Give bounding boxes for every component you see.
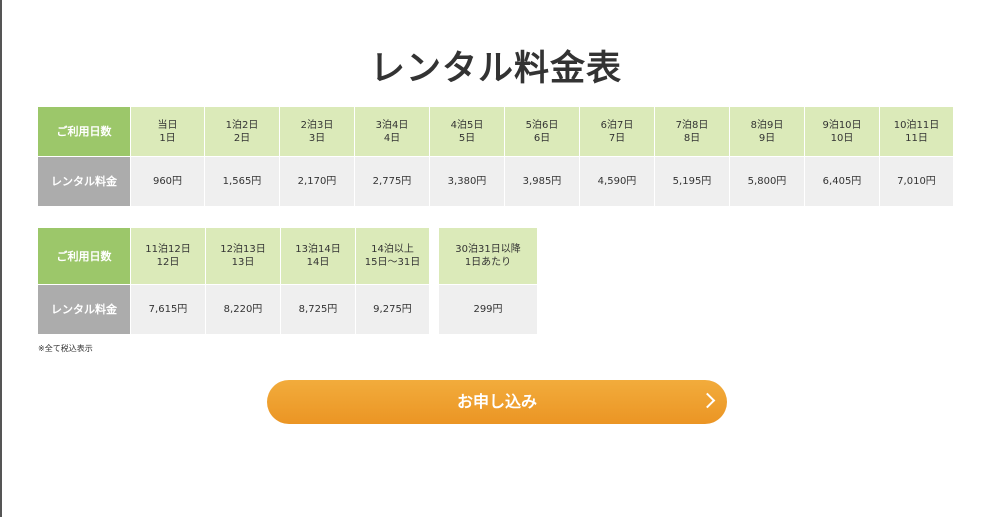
days-nights-label: 13泊14日 [295,244,341,255]
price-table-1: ご利用日数 当日 1日 1泊2日 2日 2泊3日 3日 3泊4日 4日 4泊5日 5日 5泊6日 6日… [38,107,954,207]
days-cell: 3泊4日 4日 [355,107,430,157]
days-cell: 5泊6日 6日 [505,107,580,157]
days-nights-label: 12泊13日 [220,244,266,255]
days-cell: 7泊8日 8日 [655,107,730,157]
apply-button-label: お申し込み [456,392,537,411]
days-nights-label: 1泊2日 [225,119,259,131]
price-cell: 960円 [131,157,205,207]
days-nights-label: 8泊9日 [750,119,784,131]
page-title: レンタル料金表 [369,49,622,89]
price-table-3: 30泊31日以降 1日あたり 299円 [439,228,538,335]
days-count-label: 11日 [905,132,928,144]
days-count-label: 2日 [233,132,251,144]
days-count-label: 13日 [231,257,255,268]
days-count-label: 3日 [308,132,326,144]
days-cell: 6泊7日 7日 [580,107,655,157]
days-cell: 10泊11日 11日 [880,107,954,157]
days-cell: 13泊14日 14日 [281,228,356,285]
tax-note: ※全て税込表示 [38,344,93,353]
days-cell: 30泊31日以降 1日あたり [439,228,538,285]
price-cell: 3,985円 [505,157,580,207]
days-nights-label: 30泊31日以降 [455,244,521,255]
days-nights-label: 7泊8日 [675,119,709,131]
days-nights-label: 4泊5日 [450,119,484,131]
days-row: ご利用日数 当日 1日 1泊2日 2日 2泊3日 3日 3泊4日 4日 4泊5日 5日 5泊6日 6日… [38,107,954,157]
price-cell: 5,800円 [730,157,805,207]
days-nights-label: 6泊7日 [600,119,634,131]
days-count-label: 5日 [458,132,476,144]
price-cell: 9,275円 [356,285,430,335]
days-nights-label: 14泊以上 [371,244,414,255]
days-count-label: 8日 [683,132,701,144]
days-cell: 4泊5日 5日 [430,107,505,157]
days-row: 30泊31日以降 1日あたり [439,228,538,285]
days-cell: 11泊12日 12日 [131,228,206,285]
days-count-label: 15日〜31日 [364,257,421,268]
price-row: 299円 [439,285,538,335]
days-nights-label: 当日 [157,119,178,131]
days-nights-label: 10泊11日 [893,119,940,131]
days-header: ご利用日数 [38,228,131,285]
price-cell: 8,220円 [206,285,281,335]
days-nights-label: 2泊3日 [300,119,334,131]
days-nights-label: 11泊12日 [145,244,191,255]
days-cell: 当日 1日 [131,107,205,157]
days-count-label: 1日あたり [464,257,512,268]
price-cell: 6,405円 [805,157,880,207]
price-cell: 3,380円 [430,157,505,207]
price-cell: 299円 [439,285,538,335]
days-count-label: 14日 [306,257,330,268]
price-header: レンタル料金 [38,157,131,207]
days-nights-label: 9泊10日 [822,119,862,131]
days-cell: 14泊以上 15日〜31日 [356,228,430,285]
price-table-2: ご利用日数 11泊12日 12日 12泊13日 13日 13泊14日 14日 14泊以上 15… [38,228,430,335]
price-row: レンタル料金 960円 1,565円 2,170円 2,775円 3,380円 3,985… [38,157,954,207]
price-row: レンタル料金 7,615円 8,220円 8,725円 9,275円 [38,285,430,335]
days-cell: 1泊2日 2日 [205,107,280,157]
days-count-label: 9日 [758,132,776,144]
days-count-label: 10日 [830,132,854,144]
price-cell: 7,010円 [880,157,954,207]
price-cell: 2,170円 [280,157,355,207]
price-header: レンタル料金 [38,285,131,335]
days-header: ご利用日数 [38,107,131,157]
chevron-right-icon [699,392,716,409]
days-cell: 12泊13日 13日 [206,228,281,285]
price-cell: 8,725円 [281,285,356,335]
days-nights-label: 3泊4日 [375,119,409,131]
days-row: ご利用日数 11泊12日 12日 12泊13日 13日 13泊14日 14日 14泊以上 15… [38,228,430,285]
days-count-label: 7日 [608,132,626,144]
apply-button[interactable]: お申し込み [267,380,727,424]
days-count-label: 12日 [156,257,180,268]
price-cell: 4,590円 [580,157,655,207]
price-cell: 1,565円 [205,157,280,207]
days-count-label: 6日 [533,132,551,144]
price-cell: 7,615円 [131,285,206,335]
days-cell: 2泊3日 3日 [280,107,355,157]
days-cell: 9泊10日 10日 [805,107,880,157]
price-cell: 5,195円 [655,157,730,207]
days-count-label: 1日 [159,132,176,144]
price-cell: 2,775円 [355,157,430,207]
days-cell: 8泊9日 9日 [730,107,805,157]
days-count-label: 4日 [383,132,401,144]
days-nights-label: 5泊6日 [525,119,559,131]
